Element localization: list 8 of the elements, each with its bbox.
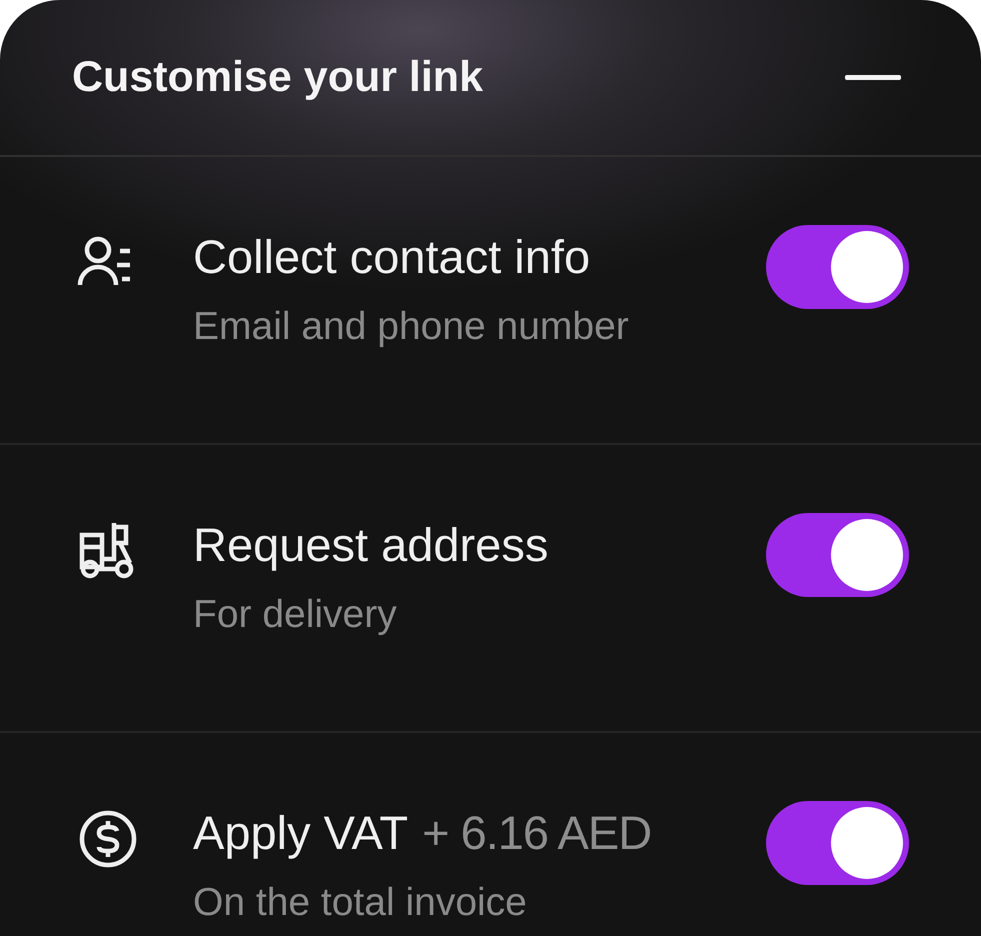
option-title: Collect contact info [193, 229, 590, 285]
vat-amount: + 6.16 AED [422, 805, 652, 861]
option-subtitle: Email and phone number [193, 304, 630, 350]
option-title: Apply VAT [193, 805, 408, 861]
sheet-title: Customise your link [72, 53, 483, 102]
option-subtitle: For delivery [193, 592, 398, 638]
option-title: Request address [193, 517, 548, 573]
option-subtitle: On the total invoice [193, 880, 528, 926]
